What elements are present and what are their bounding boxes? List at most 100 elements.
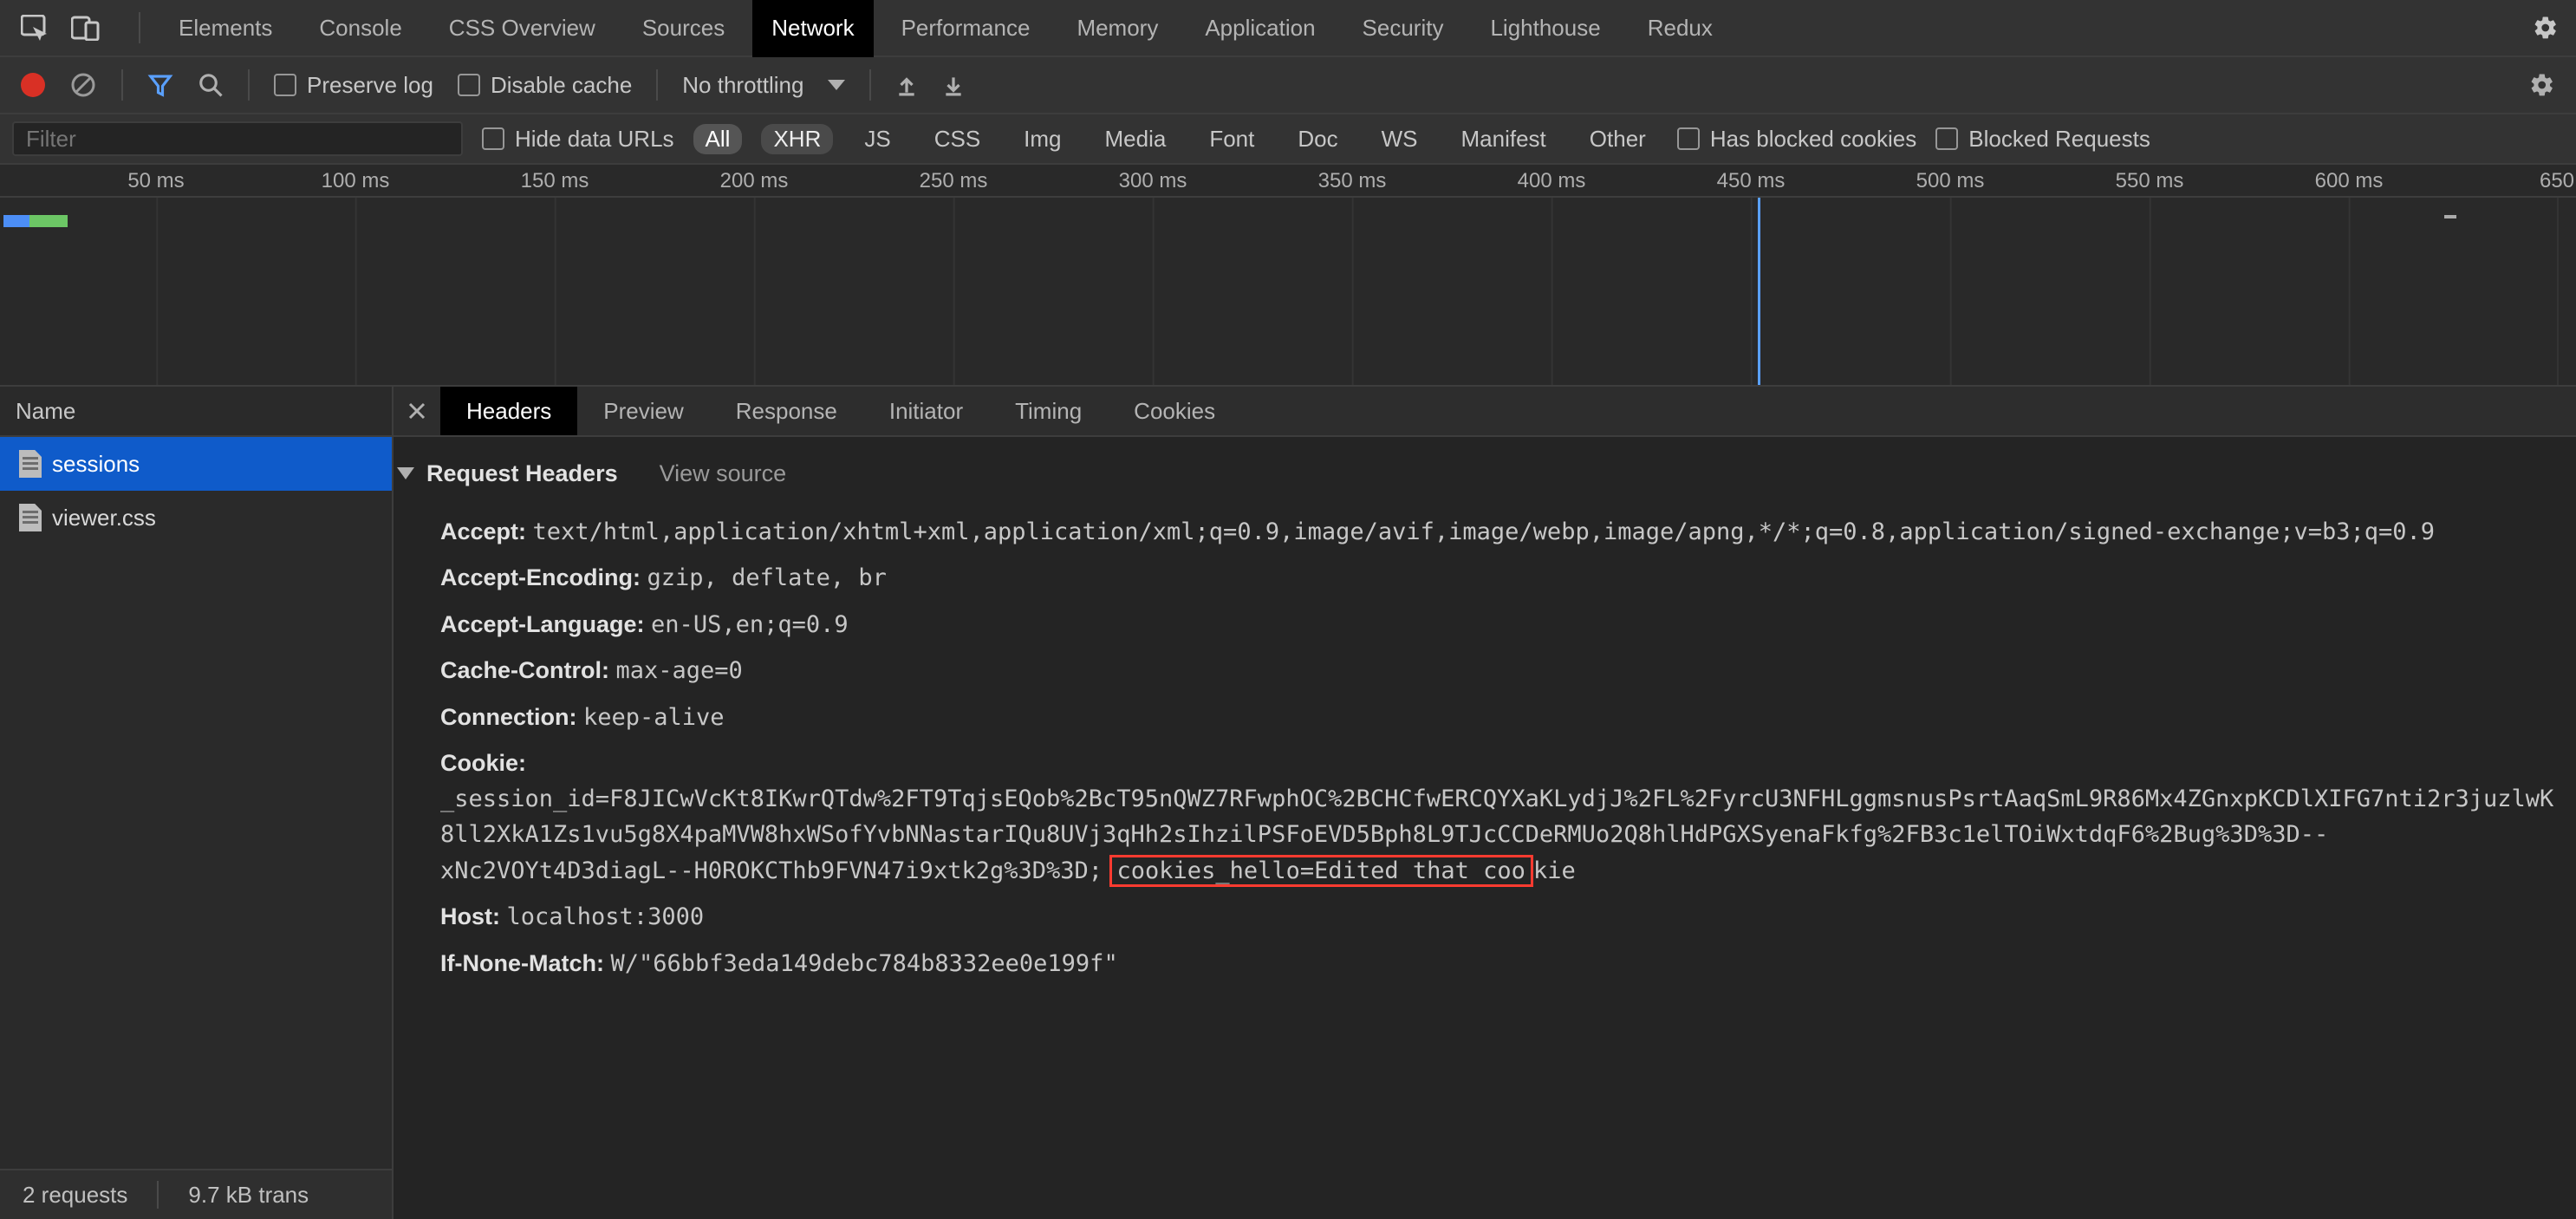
detail-tab-timing[interactable]: Timing (989, 387, 1108, 435)
timeline-ruler: 50 ms 100 ms 150 ms 200 ms 250 ms 300 ms… (0, 165, 2576, 198)
hide-data-urls-label: Hide data URLs (515, 126, 674, 153)
upload-har-icon[interactable] (895, 73, 918, 97)
header-accept-encoding: Accept-Encoding: gzip, deflate, br (394, 555, 2576, 602)
filter-input[interactable] (12, 121, 463, 156)
timeline-tick: 600 ms (2315, 165, 2384, 198)
tab-application[interactable]: Application (1205, 0, 1315, 57)
network-settings-gear-icon[interactable] (2529, 72, 2555, 98)
disable-cache-checkbox[interactable]: Disable cache (458, 72, 632, 99)
filter-type-other[interactable]: Other (1577, 124, 1658, 154)
tab-network[interactable]: Network (752, 0, 873, 57)
filter-type-css[interactable]: CSS (922, 124, 992, 154)
tab-security[interactable]: Security (1363, 0, 1444, 57)
timeline-request-bar (29, 215, 68, 227)
resource-type-filters: All XHR JS CSS Img Media Font Doc WS Man… (693, 124, 1658, 154)
request-list-header[interactable]: Name (0, 387, 392, 437)
header-connection: Connection: keep-alive (394, 694, 2576, 741)
search-icon[interactable] (198, 72, 224, 98)
filter-type-media[interactable]: Media (1093, 124, 1179, 154)
tab-sources[interactable]: Sources (642, 0, 725, 57)
document-file-icon (19, 504, 42, 531)
header-name: Cache-Control: (440, 657, 609, 683)
tab-elements[interactable]: Elements (179, 0, 272, 57)
header-value: W/"66bbf3eda149debc784b8332ee0e199f" (611, 950, 1118, 977)
timeline-tick: 200 ms (720, 165, 789, 198)
header-name: Accept-Encoding: (440, 564, 641, 590)
filter-type-doc[interactable]: Doc (1285, 124, 1350, 154)
device-toolbar-icon[interactable] (71, 15, 101, 41)
settings-gear-icon[interactable] (2533, 15, 2559, 41)
disclosure-triangle-icon (397, 467, 414, 479)
throttling-select[interactable]: No throttling (682, 72, 845, 99)
filter-type-js[interactable]: JS (852, 124, 902, 154)
record-button[interactable] (21, 73, 45, 97)
tab-redux[interactable]: Redux (1648, 0, 1713, 57)
header-name: Connection: (440, 704, 576, 730)
header-name: Cookie: (440, 750, 526, 776)
filter-type-ws[interactable]: WS (1369, 124, 1430, 154)
detail-tabs: Headers Preview Response Initiator Timin… (394, 387, 2576, 437)
has-blocked-cookies-label: Has blocked cookies (1710, 126, 1916, 153)
preserve-log-checkbox[interactable]: Preserve log (274, 72, 433, 99)
timeline-end-marker (2444, 215, 2456, 218)
preserve-log-label: Preserve log (307, 72, 433, 99)
hide-data-urls-checkbox[interactable]: Hide data URLs (482, 126, 674, 153)
header-accept: Accept: text/html,application/xhtml+xml,… (394, 509, 2576, 556)
timeline-tick: 400 ms (1518, 165, 1586, 198)
close-detail-icon[interactable] (394, 387, 440, 435)
divider (157, 1181, 159, 1209)
tab-performance[interactable]: Performance (901, 0, 1031, 57)
checkbox-icon (458, 74, 480, 96)
divider (139, 12, 140, 43)
view-source-link[interactable]: View source (660, 456, 787, 492)
divider (869, 69, 871, 101)
network-main-split: Name sessions viewer.css Headers Preview… (0, 387, 2576, 1169)
tab-css-overview[interactable]: CSS Overview (449, 0, 595, 57)
filter-type-all[interactable]: All (693, 124, 743, 154)
detail-tab-cookies[interactable]: Cookies (1108, 387, 1241, 435)
header-name: Accept: (440, 518, 526, 544)
filter-funnel-icon[interactable] (147, 72, 173, 98)
filter-type-font[interactable]: Font (1197, 124, 1266, 154)
inspect-element-icon[interactable] (21, 15, 50, 41)
header-value-post: kie (1533, 857, 1576, 884)
network-toolbar: Preserve log Disable cache No throttling (0, 57, 2576, 114)
clear-icon[interactable] (69, 71, 97, 99)
headers-body[interactable]: Request Headers View source Accept: text… (394, 437, 2576, 1169)
timeline-tick: 300 ms (1119, 165, 1187, 198)
request-name: viewer.css (52, 505, 156, 531)
header-host: Host: localhost:3000 (394, 894, 2576, 941)
filter-type-manifest[interactable]: Manifest (1449, 124, 1558, 154)
filter-row: Hide data URLs All XHR JS CSS Img Media … (0, 114, 2576, 165)
detail-tab-preview[interactable]: Preview (577, 387, 709, 435)
request-headers-section[interactable]: Request Headers View source (394, 449, 2576, 509)
header-value: gzip, deflate, br (647, 564, 887, 591)
network-timeline[interactable]: 50 ms 100 ms 150 ms 200 ms 250 ms 300 ms… (0, 165, 2576, 387)
detail-tab-response[interactable]: Response (710, 387, 863, 435)
download-har-icon[interactable] (942, 73, 965, 97)
tab-lighthouse[interactable]: Lighthouse (1490, 0, 1600, 57)
filter-type-img[interactable]: Img (1012, 124, 1073, 154)
blocked-requests-checkbox[interactable]: Blocked Requests (1935, 126, 2150, 153)
timeline-tick: 50 ms (127, 165, 184, 198)
timeline-request-bar (3, 215, 29, 227)
divider (121, 69, 123, 101)
tab-console[interactable]: Console (319, 0, 401, 57)
header-value: keep-alive (583, 704, 725, 731)
request-row-viewer-css[interactable]: viewer.css (0, 491, 392, 544)
checkbox-icon (1677, 127, 1700, 150)
tab-memory[interactable]: Memory (1077, 0, 1158, 57)
has-blocked-cookies-checkbox[interactable]: Has blocked cookies (1677, 126, 1916, 153)
header-name: Accept-Language: (440, 611, 645, 637)
header-value: en-US,en;q=0.9 (651, 611, 849, 638)
main-tab-list: Elements Console CSS Overview Sources Ne… (179, 0, 2495, 57)
detail-tab-initiator[interactable]: Initiator (863, 387, 989, 435)
request-row-sessions[interactable]: sessions (0, 437, 392, 491)
detail-tab-headers[interactable]: Headers (440, 387, 577, 435)
throttling-label: No throttling (682, 72, 803, 99)
filter-type-xhr[interactable]: XHR (761, 124, 833, 154)
header-cache-control: Cache-Control: max-age=0 (394, 648, 2576, 694)
cookie-highlight: cookies_hello=Edited that coo (1109, 855, 1533, 887)
checkbox-icon (1935, 127, 1958, 150)
inspect-tools (21, 15, 101, 41)
